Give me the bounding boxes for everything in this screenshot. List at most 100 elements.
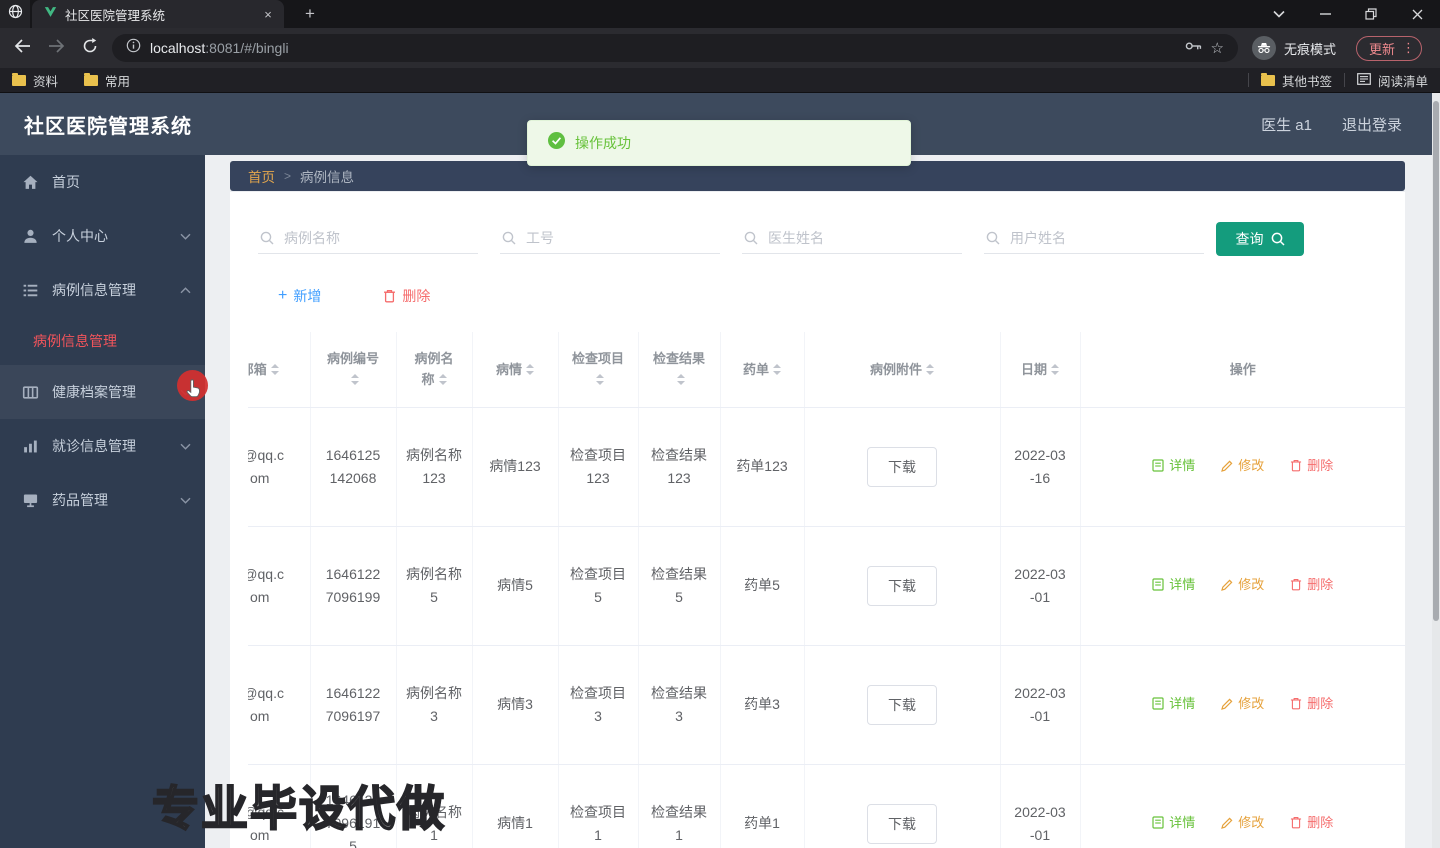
col-email[interactable]: 邮箱 [248,332,310,407]
cell-condition: 病情123 [472,407,558,526]
current-user[interactable]: 医生 a1 [1261,114,1312,135]
add-button[interactable]: + 新增 [278,286,321,306]
close-window-button[interactable] [1394,0,1440,28]
col-case-name[interactable]: 病例名称 [396,332,472,407]
edit-link[interactable]: 修改 [1221,811,1264,834]
bookmark-star-icon[interactable]: ☆ [1211,39,1224,57]
document-icon [1152,578,1164,591]
update-button[interactable]: 更新 ⋮ [1356,36,1422,61]
download-button[interactable]: 下载 [867,804,937,844]
back-icon[interactable] [10,38,34,58]
detail-link[interactable]: 详情 [1152,573,1195,596]
tab-search-icon[interactable] [1256,0,1302,28]
sidebar-item-label: 首页 [52,172,80,192]
sidebar-subitem-case-info[interactable]: 病例信息管理 [0,317,205,365]
doctor-name-input[interactable] [742,222,962,254]
search-field-doctor-name [742,222,962,254]
browser-tab[interactable]: 社区医院管理系统 × [32,0,284,28]
trash-icon [1290,816,1302,829]
edit-link[interactable]: 修改 [1221,454,1264,477]
cell-prescription: 药单5 [720,526,804,645]
document-icon [1152,459,1164,472]
forward-icon[interactable] [44,38,68,58]
tab-title: 社区医院管理系统 [65,5,252,24]
sort-icon [773,360,781,379]
query-button[interactable]: 查询 [1216,222,1304,256]
detail-link[interactable]: 详情 [1152,692,1195,715]
cell-date: 2022-03-01 [1000,764,1080,848]
sort-icon [926,360,934,379]
breadcrumb-separator: > [284,169,291,183]
app-title: 社区医院管理系统 [24,110,192,139]
job-no-input[interactable] [500,222,720,254]
query-label: 查询 [1236,229,1264,249]
delete-link[interactable]: 删除 [1290,692,1333,715]
col-check-item[interactable]: 检查项目 [558,332,638,407]
table-row: 2@qq.com 1646125142068 病例名称123 病情123 检查项… [248,407,1405,526]
breadcrumb-home[interactable]: 首页 [248,166,275,186]
divider [1248,73,1249,87]
cell-check-result: 检查结果5 [638,526,720,645]
col-prescription[interactable]: 药单 [720,332,804,407]
cell-email: 2@qq.com [248,645,310,764]
delete-link[interactable]: 删除 [1290,454,1333,477]
info-icon[interactable] [126,38,141,58]
tab-close-icon[interactable]: × [260,7,276,22]
sidebar-item-label: 个人中心 [52,226,108,246]
user-icon [22,228,39,245]
delete-button[interactable]: 删除 [383,286,430,306]
delete-link[interactable]: 删除 [1290,573,1333,596]
scrollbar-thumb[interactable] [1433,101,1439,621]
other-bookmarks[interactable]: 其他书签 [1261,71,1332,90]
case-name-input[interactable] [258,222,478,254]
sidebar-item-personal-center[interactable]: 个人中心 [0,209,205,263]
bookmark-folder-changyong[interactable]: 常用 [84,71,130,90]
folder-icon [84,75,98,86]
bookmarks-bar: 资料 常用 其他书签 阅读清单 [0,68,1440,93]
home-icon [22,174,39,191]
reload-icon[interactable] [78,38,102,59]
sidebar-item-home[interactable]: 首页 [0,155,205,209]
user-name-input[interactable] [984,222,1204,254]
cell-case-name: 病例名称123 [396,407,472,526]
col-check-result[interactable]: 检查结果 [638,332,720,407]
bookmark-folder-ziliao[interactable]: 资料 [12,71,58,90]
add-label: 新增 [293,286,321,306]
sidebar-item-visit-info[interactable]: 就诊信息管理 [0,419,205,473]
sidebar: 首页 个人中心 病例信息管理 病例信息管理 健康档案管理 就诊信息管理 药品管理 [0,155,205,848]
page-scrollbar[interactable] [1432,93,1440,848]
password-key-icon[interactable] [1185,39,1202,57]
col-condition[interactable]: 病情 [472,332,558,407]
download-button[interactable]: 下载 [867,447,937,487]
new-tab-button[interactable]: + [298,4,322,24]
minimize-button[interactable] [1302,0,1348,28]
col-case-no[interactable]: 病例编号 [310,332,396,407]
logout-button[interactable]: 退出登录 [1342,114,1402,135]
edit-link[interactable]: 修改 [1221,573,1264,596]
cell-condition: 病情3 [472,645,558,764]
sidebar-item-label: 就诊信息管理 [52,436,136,456]
reading-list[interactable]: 阅读清单 [1357,71,1428,90]
sidebar-subitem-label: 病例信息管理 [33,331,117,351]
sidebar-item-drug-management[interactable]: 药品管理 [0,473,205,527]
pen-icon [1221,460,1233,472]
sidebar-item-case-management[interactable]: 病例信息管理 [0,263,205,317]
restore-button[interactable] [1348,0,1394,28]
delete-link[interactable]: 删除 [1290,811,1333,834]
browser-menu-icon[interactable]: ⋮ [1402,40,1415,56]
sort-icon [271,360,279,379]
download-button[interactable]: 下载 [867,685,937,725]
detail-link[interactable]: 详情 [1152,454,1195,477]
col-attachment[interactable]: 病例附件 [804,332,1000,407]
trash-icon [383,289,396,303]
edit-link[interactable]: 修改 [1221,692,1264,715]
list-icon [22,282,39,299]
sidebar-item-label: 药品管理 [52,490,108,510]
download-button[interactable]: 下载 [867,566,937,606]
sidebar-item-health-records[interactable]: 健康档案管理 [0,365,205,419]
search-icon [260,231,274,245]
detail-link[interactable]: 详情 [1152,811,1195,834]
url-field[interactable]: localhost:8081/#/bingli ☆ [112,34,1238,62]
cell-check-item: 检查项目5 [558,526,638,645]
col-date[interactable]: 日期 [1000,332,1080,407]
